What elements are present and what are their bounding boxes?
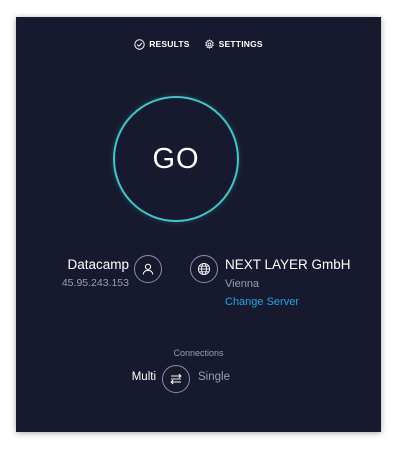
globe-icon (190, 255, 218, 283)
settings-nav-item[interactable]: SETTINGS (204, 37, 263, 51)
gear-icon (204, 38, 215, 50)
user-icon (134, 255, 162, 283)
go-button[interactable]: GO (113, 96, 239, 222)
provider-ip: 45.95.243.153 (61, 277, 129, 289)
multi-option[interactable]: Multi (132, 371, 156, 383)
change-server-link[interactable]: Change Server (225, 296, 299, 308)
connections-toggle[interactable] (162, 365, 190, 393)
connections-label: Connections (173, 348, 224, 358)
results-nav-item[interactable]: RESULTS (134, 37, 189, 51)
single-option[interactable]: Single (198, 371, 230, 383)
arrows-exchange-icon (169, 373, 183, 385)
server-city: Vienna (225, 278, 260, 290)
speedtest-panel: RESULTS SETTINGS GO Datacamp 45.95.243.1… (16, 17, 381, 432)
settings-label: SETTINGS (218, 39, 263, 49)
go-label: GO (152, 142, 200, 175)
server-name: NEXT LAYER GmbH (225, 257, 351, 272)
top-nav: RESULTS SETTINGS (16, 37, 381, 51)
results-label: RESULTS (149, 39, 190, 49)
provider-name: Datacamp (67, 257, 129, 272)
check-circle-icon (134, 38, 145, 50)
